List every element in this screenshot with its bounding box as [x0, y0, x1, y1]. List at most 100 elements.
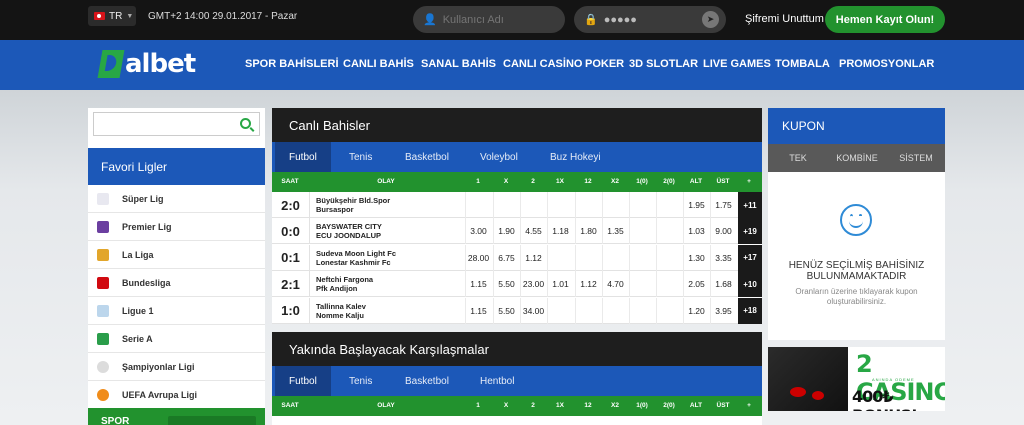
- search-icon[interactable]: [240, 118, 251, 129]
- odd-cell[interactable]: 1.18: [547, 218, 573, 245]
- tab-tenis[interactable]: Tenis: [349, 142, 372, 172]
- league-search-input[interactable]: [94, 113, 234, 135]
- casino-promo-banner[interactable]: 2 CASINO ANINDA ODEME 400₺ BONUS!: [768, 347, 945, 411]
- odd-cell[interactable]: 1.75: [710, 192, 736, 218]
- odd-cell[interactable]: 34.00: [520, 297, 546, 324]
- nav-poker[interactable]: POKER: [585, 58, 624, 70]
- odd-cell: [547, 192, 573, 218]
- odd-cell[interactable]: 1.12: [575, 271, 601, 298]
- league-item-sampiyonlar-ligi[interactable]: Şampiyonlar Ligi: [88, 353, 265, 381]
- tab-futbol[interactable]: Futbol: [275, 142, 331, 172]
- nav-tombala[interactable]: TOMBALA: [775, 58, 830, 70]
- forgot-password-link[interactable]: Şifremi Unuttum: [745, 13, 824, 25]
- promo-image: [768, 347, 848, 411]
- more-markets-button[interactable]: +11: [738, 192, 762, 218]
- nav-spor-bahisleri[interactable]: SPOR BAHİSLERİ: [245, 58, 339, 70]
- odd-cell[interactable]: 1.95: [683, 192, 709, 218]
- league-label: Premier Lig: [122, 221, 172, 232]
- odd-cell: [602, 192, 628, 218]
- tab-voleybol[interactable]: Voleybol: [480, 142, 518, 172]
- odd-cell[interactable]: 1.12: [520, 244, 546, 271]
- nav-3d-slotlar[interactable]: 3D SLOTLAR: [629, 58, 698, 70]
- col-1: 1: [476, 178, 480, 185]
- col-1-0: 1(0): [636, 178, 648, 185]
- password-input[interactable]: ●●●●●: [604, 14, 637, 26]
- odd-cell[interactable]: 4.70: [602, 271, 628, 298]
- table-row[interactable]: 0:1 Sudeva Moon Light Fc Lonestar Kashmir …: [272, 244, 762, 271]
- tab-basketbol[interactable]: Basketbol: [405, 142, 449, 172]
- site-logo[interactable]: albet: [97, 49, 196, 79]
- league-item-bundesliga[interactable]: Bundesliga: [88, 269, 265, 297]
- odd-cell: [656, 297, 682, 324]
- odd-cell[interactable]: 1.35: [602, 218, 628, 245]
- language-selector[interactable]: TR ▼: [88, 6, 136, 26]
- upcoming-header: Yakında Başlayacak Karşılaşmalar: [272, 332, 762, 366]
- odd-cell[interactable]: 1.80: [575, 218, 601, 245]
- tab-basketbol[interactable]: Basketbol: [405, 366, 449, 396]
- table-row[interactable]: 0:0 BAYSWATER CITY ECU JOONDALUP 3.00 1.90 4.…: [272, 218, 762, 245]
- tab-buz-hokeyi[interactable]: Buz Hokeyi: [550, 142, 601, 172]
- odd-cell[interactable]: 3.35: [710, 244, 736, 271]
- tab-kombine[interactable]: KOMBİNE: [836, 153, 878, 163]
- table-row[interactable]: 2:0 Büyükşehir Bld.Spor Bursaspor 1.95 1.75 +…: [272, 192, 762, 218]
- table-row[interactable]: 2:1 Neftchi Fargona Pfk Andijon 1.15 5.50 23.…: [272, 271, 762, 298]
- odd-cell[interactable]: 5.50: [493, 271, 519, 298]
- odd-cell[interactable]: 1.68: [710, 271, 736, 298]
- match-teams: Neftchi Fargona Pfk Andijon: [316, 275, 373, 293]
- league-item-uefa-avrupa-ligi[interactable]: UEFA Avrupa Ligi: [88, 381, 265, 409]
- odd-cell[interactable]: 28.00: [465, 244, 491, 271]
- col-1-0: 1(0): [636, 402, 648, 409]
- username-input[interactable]: [442, 13, 553, 26]
- more-markets-button[interactable]: +10: [738, 271, 762, 298]
- tab-futbol[interactable]: Futbol: [275, 366, 331, 396]
- top-bar: TR ▼ GMT+2 14:00 29.01.2017 - Pazar 👤 🔒 …: [0, 0, 1024, 40]
- league-item-serie-a[interactable]: Serie A: [88, 325, 265, 353]
- nav-live-games[interactable]: LIVE GAMES: [703, 58, 771, 70]
- more-markets-button[interactable]: +18: [738, 297, 762, 324]
- odd-cell[interactable]: 1.30: [683, 244, 709, 271]
- col-more: +: [747, 178, 751, 185]
- odd-cell[interactable]: 6.75: [493, 244, 519, 271]
- sport-filter-select[interactable]: [168, 416, 256, 425]
- tab-hentbol[interactable]: Hentbol: [480, 366, 514, 396]
- league-label: La Liga: [122, 249, 154, 260]
- odd-cell[interactable]: 9.00: [710, 218, 736, 245]
- coupon-empty-line: BULUNMAMAKTADIR: [806, 271, 907, 282]
- logo-text: albet: [125, 49, 196, 79]
- league-search: [93, 112, 260, 136]
- upcoming-column-headers: SAAT OLAY 1 X 2 1X 12 X2 1(0) 2(0) ALT Ü…: [272, 396, 762, 416]
- odd-cell[interactable]: 1.03: [683, 218, 709, 245]
- tab-tek[interactable]: TEK: [789, 153, 807, 163]
- more-markets-button[interactable]: +19: [738, 218, 762, 245]
- col-x2: X2: [611, 178, 619, 185]
- sport-filter-bar: SPOR: [88, 408, 265, 425]
- odd-cell[interactable]: 3.95: [710, 297, 736, 324]
- nav-sanal-bahis[interactable]: SANAL BAHİS: [421, 58, 496, 70]
- odd-cell[interactable]: 4.55: [520, 218, 546, 245]
- odd-cell[interactable]: 1.01: [547, 271, 573, 298]
- odd-cell[interactable]: 1.90: [493, 218, 519, 245]
- nav-promosyonlar[interactable]: PROMOSYONLAR: [839, 58, 934, 70]
- table-row[interactable]: 1:0 Tallinna Kalev Nomme Kalju 1.15 5.50 34.0…: [272, 297, 762, 324]
- odd-cell[interactable]: 1.15: [465, 297, 491, 324]
- odd-cell[interactable]: 1.20: [683, 297, 709, 324]
- odd-cell[interactable]: 2.05: [683, 271, 709, 298]
- tab-tenis[interactable]: Tenis: [349, 366, 372, 396]
- login-submit-button[interactable]: ➤: [702, 11, 719, 28]
- odd-cell[interactable]: 1.15: [465, 271, 491, 298]
- league-item-super-lig[interactable]: Süper Lig: [88, 185, 265, 213]
- poker-chip-icon: [812, 391, 824, 400]
- league-item-premier-lig[interactable]: Premier Lig: [88, 213, 265, 241]
- odd-cell[interactable]: 5.50: [493, 297, 519, 324]
- register-button[interactable]: Hemen Kayıt Olun!: [825, 6, 945, 33]
- nav-canli-bahis[interactable]: CANLI BAHİS: [343, 58, 414, 70]
- more-markets-button[interactable]: +17: [738, 244, 762, 271]
- tab-sistem[interactable]: SİSTEM: [899, 153, 933, 163]
- league-item-ligue-1[interactable]: Ligue 1: [88, 297, 265, 325]
- odd-cell[interactable]: 23.00: [520, 271, 546, 298]
- league-item-la-liga[interactable]: La Liga: [88, 241, 265, 269]
- upcoming-matches-table: [272, 416, 762, 425]
- poker-chip-icon: [790, 387, 806, 397]
- odd-cell[interactable]: 3.00: [465, 218, 491, 245]
- nav-canli-casino[interactable]: CANLI CASİNO: [503, 58, 582, 70]
